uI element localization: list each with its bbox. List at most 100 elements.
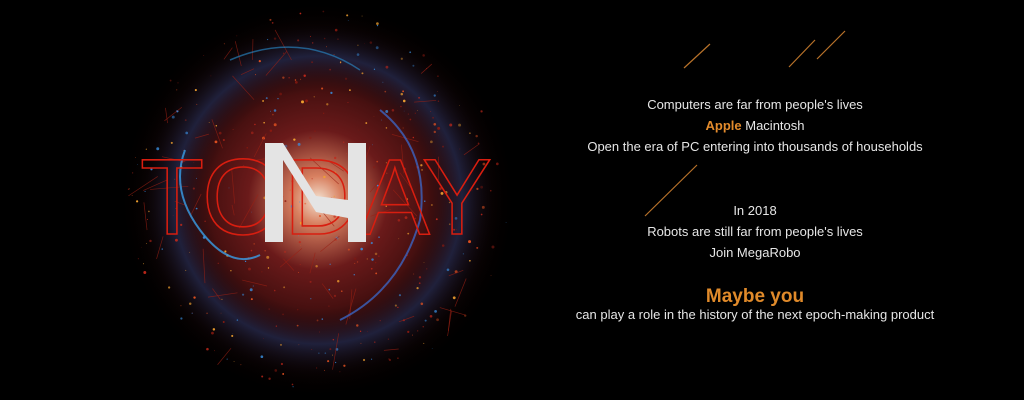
particle (280, 343, 282, 346)
particle (309, 280, 312, 283)
particle (480, 110, 483, 113)
particle (353, 257, 357, 260)
particle (362, 358, 366, 362)
particle (371, 258, 374, 261)
particle (436, 90, 438, 92)
particle (231, 334, 234, 338)
particle (169, 79, 172, 82)
particle (337, 280, 340, 283)
particle (431, 348, 433, 349)
particle (469, 259, 471, 262)
particle (232, 129, 234, 130)
particle (423, 342, 425, 344)
particle (402, 90, 405, 93)
story-line: Computers are far from people's lives (647, 97, 863, 112)
particle (436, 318, 439, 322)
particle (409, 118, 412, 121)
particle (217, 262, 219, 264)
particle (319, 331, 321, 333)
hero-artwork: TODAY (118, 0, 846, 400)
particle (193, 296, 196, 299)
particle (430, 111, 432, 112)
particle (269, 129, 273, 133)
particle (298, 344, 300, 346)
particle (206, 312, 208, 315)
particle (343, 364, 346, 367)
particle (298, 271, 299, 273)
particle (279, 92, 282, 96)
particle (230, 270, 232, 272)
particle (177, 82, 179, 84)
story-line: Join MegaRobo (709, 245, 801, 260)
particle (400, 57, 403, 60)
particle (263, 121, 265, 124)
particle (339, 61, 342, 63)
particle (267, 39, 269, 41)
particle (265, 97, 268, 100)
particle (268, 308, 270, 310)
particle (332, 354, 334, 356)
particle (369, 41, 373, 44)
particle (273, 289, 276, 292)
particle (262, 100, 264, 102)
particle (294, 79, 297, 81)
particle (374, 341, 376, 343)
particle (127, 188, 130, 190)
particle (432, 116, 434, 119)
particle (437, 126, 441, 130)
particle (330, 91, 333, 95)
particle (353, 274, 355, 276)
particle (334, 28, 338, 32)
particle (203, 55, 205, 57)
particle (274, 369, 278, 372)
particle (311, 42, 314, 44)
particle (376, 25, 379, 27)
particle (297, 39, 300, 42)
particle (417, 110, 418, 111)
particle (358, 129, 360, 131)
particle (324, 352, 327, 354)
particle (282, 313, 284, 316)
particle (409, 51, 412, 54)
apple-highlight: Apple (705, 118, 742, 133)
particle (262, 338, 264, 340)
particle (367, 331, 368, 333)
particle (375, 272, 378, 275)
particle (385, 65, 389, 69)
particle (385, 127, 388, 129)
particle (327, 360, 330, 363)
particle (270, 117, 272, 119)
particle (384, 90, 387, 93)
particle (180, 317, 183, 320)
particle (333, 54, 335, 55)
particle (222, 320, 225, 323)
particle (339, 371, 341, 373)
particle (176, 89, 178, 91)
particle (376, 22, 379, 25)
macintosh-text: Macintosh (745, 118, 805, 133)
particle (505, 222, 507, 224)
particle (400, 105, 402, 108)
particle (329, 127, 331, 129)
particle (382, 81, 384, 83)
particle (232, 333, 234, 335)
particle (283, 286, 286, 289)
particle (303, 74, 306, 77)
particle (258, 59, 261, 63)
particle (458, 123, 462, 127)
particle (236, 35, 238, 37)
particle (316, 259, 317, 261)
particle (299, 78, 302, 80)
particle (250, 298, 253, 301)
particle (365, 122, 368, 124)
particle (167, 286, 171, 289)
particle (305, 99, 308, 103)
particle (359, 330, 362, 332)
particle (381, 119, 383, 121)
story-line: Open the era of PC entering into thousan… (587, 139, 923, 154)
particle (143, 263, 145, 265)
particle (391, 108, 395, 112)
particle (254, 74, 257, 76)
particle (346, 14, 349, 17)
particle (292, 386, 294, 388)
